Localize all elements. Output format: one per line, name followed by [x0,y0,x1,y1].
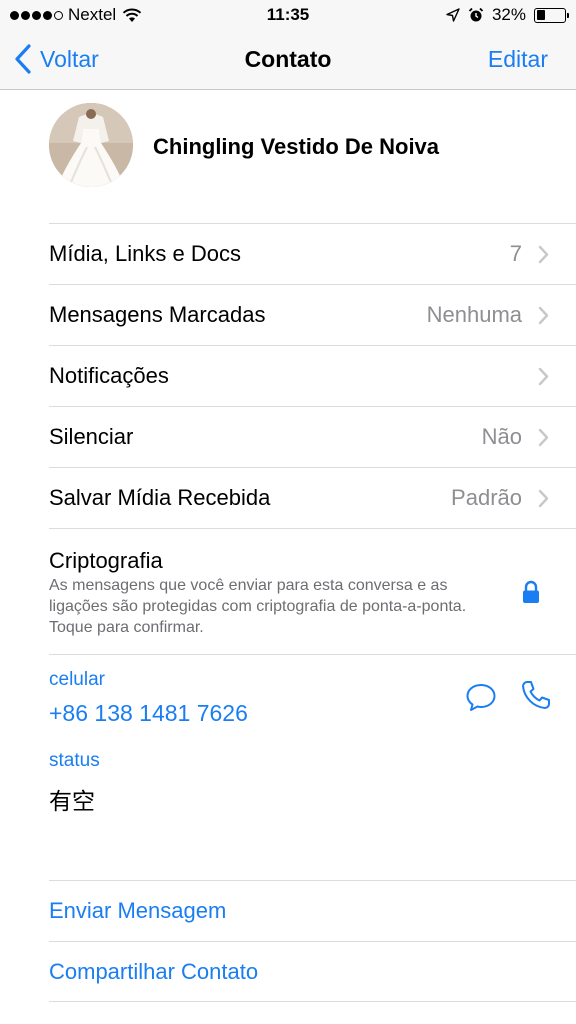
chevron-right-icon [538,245,549,264]
encryption-description: As mensagens que você enviar para esta c… [49,577,467,636]
status-text: 有空 [49,788,95,814]
edit-button[interactable]: Editar [488,46,548,73]
row-mute[interactable]: Silenciar Não [49,406,576,467]
phone-number-section: celular +86 138 1481 7626 [49,654,576,744]
row-label: Silenciar [49,424,134,449]
chevron-right-icon [538,428,549,447]
chevron-right-icon [538,306,549,325]
share-contact-button[interactable]: Compartilhar Contato [49,941,576,1002]
phone-number[interactable]: +86 138 1481 7626 [49,700,248,727]
phone-type-label: celular [49,669,105,690]
row-label: Mensagens Marcadas [49,302,266,327]
row-label: Notificações [49,363,169,388]
chat-bubble-icon[interactable] [465,682,497,712]
send-message-button[interactable]: Enviar Mensagem [49,880,576,941]
contact-name: Chingling Vestido De Noiva [153,134,440,159]
row-label: Salvar Mídia Recebida [49,485,271,510]
row-value: Padrão [451,485,522,510]
encryption-row[interactable]: Criptografia As mensagens que você envia… [49,528,576,654]
contact-profile-header: Chingling Vestido De Noiva [0,90,576,223]
row-label: Mídia, Links e Docs [49,241,241,266]
row-value: Não [481,424,522,449]
encryption-title: Criptografia [49,548,163,573]
contact-options-list: Mídia, Links e Docs 7 Mensagens Marcadas… [49,223,576,528]
lock-icon [523,580,539,603]
status-label: status [49,750,100,771]
battery-percent: 32% [491,5,526,24]
contact-status-section: status 有空 [49,744,576,824]
row-media-links-docs[interactable]: Mídia, Links e Docs 7 [49,223,576,284]
battery-level [536,10,546,20]
alarm-clock-icon [468,7,484,22]
status-bar: Nextel 11:35 32% [0,0,576,30]
row-starred-messages[interactable]: Mensagens Marcadas Nenhuma [49,284,576,345]
row-save-received-media[interactable]: Salvar Mídia Recebida Padrão [49,467,576,528]
chevron-right-icon [538,489,549,508]
contact-actions-list: Enviar Mensagem Compartilhar Contato [49,880,576,1002]
chevron-right-icon [538,367,549,386]
wedding-dress-photo [49,103,133,187]
row-notifications[interactable]: Notificações [49,345,576,406]
navigation-bar: Voltar Contato Editar [0,30,576,90]
row-value: Nenhuma [426,302,522,327]
location-arrow-icon [446,8,460,22]
avatar[interactable] [49,103,133,187]
status-bar-right: 32% [446,5,569,25]
battery-icon [534,7,569,23]
row-value: 7 [509,241,522,266]
phone-call-icon[interactable] [520,679,552,711]
